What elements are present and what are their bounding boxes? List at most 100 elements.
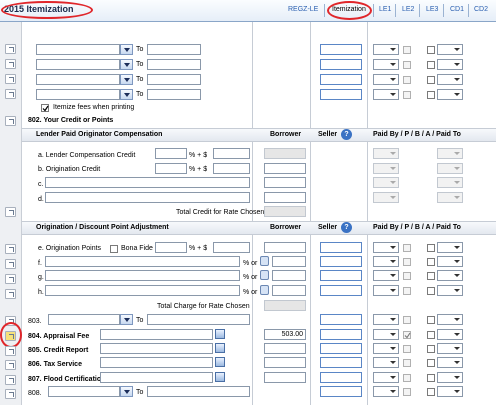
p-checkbox[interactable] [403,61,411,69]
popup-icon[interactable] [5,274,16,284]
seller-field[interactable] [320,372,362,383]
paid-to-field[interactable] [147,386,250,397]
fee-description-field[interactable] [36,74,120,85]
tab-cd1[interactable]: CD1 [450,6,464,13]
popup-icon[interactable] [5,346,16,356]
fee-description-field[interactable] [36,59,120,70]
p-checkbox[interactable] [403,258,411,266]
paid-to-select[interactable] [437,44,463,55]
help-icon[interactable]: ? [341,129,352,140]
borrower-field[interactable] [272,270,306,281]
fee-dropdown-button[interactable] [120,59,133,70]
calculator-icon[interactable] [215,372,225,382]
paid-to-select[interactable] [437,314,463,325]
popup-icon[interactable] [5,244,16,254]
seller-field[interactable] [320,343,362,354]
calculator-icon[interactable] [215,357,225,367]
borrower-field[interactable] [264,343,306,354]
borrower-field[interactable] [272,256,306,267]
lock-icon[interactable] [260,256,269,266]
paid-to-select[interactable] [437,285,463,296]
fee-dropdown-button[interactable] [120,89,133,100]
borrower-field[interactable] [264,177,306,188]
p-checkbox[interactable] [403,388,411,396]
p-checkbox[interactable] [403,331,411,339]
origination-credit-pct-field[interactable] [155,163,187,174]
p-checkbox[interactable] [403,316,411,324]
p-checkbox[interactable] [403,345,411,353]
origination-points-pct-field[interactable] [155,242,187,253]
seller-field[interactable] [320,242,362,253]
a-checkbox[interactable] [427,287,435,295]
paid-to-select[interactable] [437,59,463,70]
origination-credit-amount-field[interactable] [213,163,250,174]
popup-icon[interactable] [5,207,16,217]
borrower-field[interactable] [264,192,306,203]
a-checkbox[interactable] [427,331,435,339]
paid-to-select[interactable] [437,372,463,383]
borrower-field[interactable] [272,285,306,296]
lender-comp-pct-field[interactable] [155,148,187,159]
paid-to-select[interactable] [437,256,463,267]
p-checkbox[interactable] [403,359,411,367]
popup-icon[interactable] [5,289,16,299]
p-checkbox[interactable] [403,374,411,382]
fee-description-field[interactable] [36,89,120,100]
paid-to-field[interactable] [147,89,201,100]
line-g-description-field[interactable] [45,270,240,281]
p-checkbox[interactable] [403,76,411,84]
line-d-description-field[interactable] [45,192,250,203]
paid-to-field[interactable] [147,74,201,85]
paid-by-select[interactable] [373,89,399,100]
a-checkbox[interactable] [427,359,435,367]
a-checkbox[interactable] [427,316,435,324]
calculator-icon[interactable] [215,343,225,353]
popup-icon[interactable] [5,44,16,54]
paid-to-field[interactable] [147,44,201,55]
paid-by-select[interactable] [373,386,399,397]
tab-le3[interactable]: LE3 [426,6,438,13]
popup-icon[interactable] [5,375,16,385]
lender-comp-amount-field[interactable] [213,148,250,159]
seller-field[interactable] [320,285,362,296]
fee-description-field[interactable] [48,314,120,325]
seller-field[interactable] [320,44,362,55]
p-checkbox[interactable] [403,91,411,99]
seller-field[interactable] [320,256,362,267]
paid-by-select[interactable] [373,242,399,253]
popup-icon[interactable] [5,259,16,269]
p-checkbox[interactable] [403,244,411,252]
borrower-field[interactable] [264,163,306,174]
seller-field[interactable] [320,89,362,100]
seller-field[interactable] [320,329,362,340]
borrower-field[interactable] [264,372,306,383]
a-checkbox[interactable] [427,272,435,280]
paid-to-select[interactable] [437,242,463,253]
seller-field[interactable] [320,357,362,368]
popup-icon[interactable] [5,116,16,126]
a-checkbox[interactable] [427,76,435,84]
paid-by-select[interactable] [373,256,399,267]
seller-field[interactable] [320,74,362,85]
tab-cd2[interactable]: CD2 [474,6,488,13]
appraisal-paid-to-field[interactable] [100,329,213,340]
p-checkbox[interactable] [403,46,411,54]
paid-to-select[interactable] [437,329,463,340]
paid-to-select[interactable] [437,386,463,397]
paid-by-select[interactable] [373,343,399,354]
paid-by-select[interactable] [373,74,399,85]
popup-icon[interactable] [5,389,16,399]
p-checkbox[interactable] [403,272,411,280]
paid-by-select[interactable] [373,59,399,70]
paid-by-select[interactable] [373,329,399,340]
paid-by-select[interactable] [373,372,399,383]
origination-points-amount-field[interactable] [213,242,250,253]
line-c-description-field[interactable] [45,177,250,188]
flood-cert-paid-to-field[interactable] [100,372,213,383]
bona-fide-checkbox[interactable] [110,245,118,253]
itemize-checkbox[interactable] [41,104,49,112]
paid-by-select[interactable] [373,270,399,281]
a-checkbox[interactable] [427,244,435,252]
popup-icon[interactable] [5,89,16,99]
popup-icon[interactable] [5,59,16,69]
